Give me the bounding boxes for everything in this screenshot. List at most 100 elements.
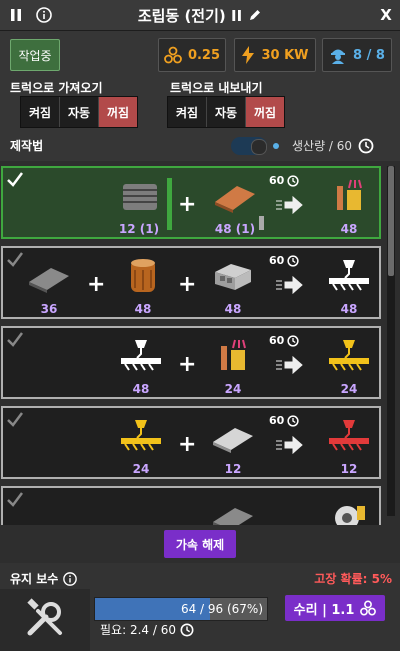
clock-icon	[287, 254, 299, 267]
maintenance-panel: 유지 보수 고장 확률: 5% 64 / 96 (67%) 필요: 2.4 / …	[0, 563, 400, 651]
input-item-concrete-block: 48	[209, 256, 257, 316]
export-mode-on[interactable]: 켜짐	[168, 97, 207, 127]
export-mode-off[interactable]: 꺼짐	[246, 97, 284, 127]
electric-component-icon	[337, 179, 362, 210]
aluminium-plate-icon	[213, 428, 253, 453]
import-mode-off[interactable]: 꺼짐	[99, 97, 137, 127]
import-mode-auto[interactable]: 자동	[60, 97, 99, 127]
input-item-steel-plate: 36	[25, 256, 73, 316]
clock-icon	[180, 623, 194, 636]
steel-coil-icon	[123, 184, 157, 210]
production-rate: 생산량 / 60	[292, 137, 374, 154]
copper-plate-icon	[215, 186, 255, 213]
lightning-icon	[242, 46, 255, 64]
recipe-row[interactable]	[1, 486, 381, 525]
input-item-white-part: 48	[117, 336, 165, 396]
power-value: 30 KW	[261, 47, 309, 63]
input-quantity: 36	[40, 302, 58, 316]
export-label: 트럭으로 내보내기	[170, 81, 263, 95]
title-bar: 조립동 (전기) II X	[0, 0, 400, 31]
output-quantity: 48	[340, 222, 358, 236]
close-button[interactable]: X	[372, 0, 400, 30]
maintenance-label: 유지 보수	[10, 570, 78, 587]
output-quantity: 24	[340, 382, 358, 396]
yellow-machine-part-icon	[121, 420, 161, 451]
failure-chance: 고장 확률: 5%	[314, 572, 392, 586]
craft-time-value: 60	[269, 414, 285, 427]
working-status-button[interactable]: 작업중	[10, 39, 60, 71]
maintenance-icon-box	[0, 589, 90, 651]
plus-icon: +	[178, 192, 197, 217]
input-quantity: 24	[132, 462, 150, 476]
plus-icon: +	[178, 272, 197, 297]
efficiency-stat: 0.25	[158, 38, 226, 72]
output-item-yellow-part: 24	[325, 336, 373, 396]
input-quantity: 48	[132, 382, 150, 396]
check-icon	[7, 252, 23, 267]
arrow-right-icon	[276, 356, 303, 374]
import-label: 트럭으로 가져오기	[10, 81, 103, 95]
input-item-steel-plate	[209, 496, 257, 525]
recipe-list[interactable]: 12 (1) + 48 (1) 60 48 36 + 48 + 48 60 48…	[0, 160, 386, 525]
clock-icon	[287, 334, 299, 347]
machine-icon	[335, 506, 365, 525]
input-quantity: 48	[134, 302, 152, 316]
edit-icon[interactable]	[248, 8, 262, 22]
arrow-right-icon	[276, 196, 303, 214]
release-acceleration-button[interactable]: 가속 해제	[164, 530, 236, 558]
recipe-row[interactable]: 24 + 12 60 12	[1, 406, 381, 479]
resource-triangle-icon	[164, 46, 182, 64]
info-icon[interactable]	[30, 0, 58, 30]
info-icon[interactable]	[63, 571, 78, 586]
maintenance-need-text: 필요: 2.4 / 60	[100, 623, 176, 637]
input-item-yellow-part: 24	[117, 416, 165, 476]
output-quantity: 12	[340, 462, 358, 476]
plus-icon: +	[178, 432, 197, 457]
check-icon	[7, 412, 23, 427]
maintenance-progress-bar: 64 / 96 (67%)	[94, 597, 268, 621]
output-item-component: 48	[325, 176, 373, 236]
worker-icon	[331, 49, 346, 64]
input-item-component: 24	[209, 336, 257, 396]
production-rate-text: 생산량 / 60	[292, 139, 353, 153]
recipe-row[interactable]: 48 + 24 60 24	[1, 326, 381, 399]
maintenance-label-text: 유지 보수	[10, 572, 59, 586]
power-stat: 30 KW	[234, 38, 316, 72]
craft-time-value: 60	[269, 254, 285, 267]
craft-time-value: 60	[269, 334, 285, 347]
clock-icon[interactable]	[358, 138, 374, 154]
craft-time: 60	[269, 174, 299, 187]
resource-triangle-icon	[360, 600, 377, 616]
white-machine-part-icon	[329, 260, 369, 291]
check-icon	[7, 172, 23, 187]
input-quantity: 24	[224, 382, 242, 396]
recipe-scrollbar[interactable]	[387, 166, 395, 516]
export-mode-auto[interactable]: 자동	[207, 97, 246, 127]
toggle-indicator	[273, 143, 279, 149]
check-icon	[7, 492, 23, 507]
pause-icon[interactable]	[2, 0, 30, 30]
input-item-steel-coil: 12 (1)	[115, 176, 163, 236]
workers-stat: 8 / 8	[322, 38, 392, 72]
recipe-row[interactable]: 12 (1) + 48 (1) 60 48	[1, 166, 381, 239]
scrollbar-thumb[interactable]	[388, 166, 394, 276]
plus-icon: +	[87, 272, 106, 297]
craft-time: 60	[269, 414, 299, 427]
input-item-aluminium-plate: 12	[209, 416, 257, 476]
wrench-screwdriver-icon	[27, 598, 62, 636]
input-item-log: 48	[119, 256, 167, 316]
log-icon	[131, 259, 155, 292]
input-quantity: 12 (1)	[118, 222, 160, 236]
repair-button-label: 수리 | 1.1	[293, 602, 355, 618]
maintenance-progress-text: 64 / 96 (67%)	[180, 602, 263, 616]
red-machine-part-icon	[329, 420, 369, 451]
import-mode-on[interactable]: 켜짐	[21, 97, 60, 127]
repair-button[interactable]: 수리 | 1.1	[285, 595, 385, 621]
clock-icon	[287, 174, 299, 187]
check-icon	[7, 332, 23, 347]
recipe-toggle[interactable]	[231, 137, 267, 155]
steel-plate-icon	[29, 268, 69, 293]
craft-time-value: 60	[269, 174, 285, 187]
arrow-right-icon	[276, 436, 303, 454]
recipe-row[interactable]: 36 + 48 + 48 60 48	[1, 246, 381, 319]
